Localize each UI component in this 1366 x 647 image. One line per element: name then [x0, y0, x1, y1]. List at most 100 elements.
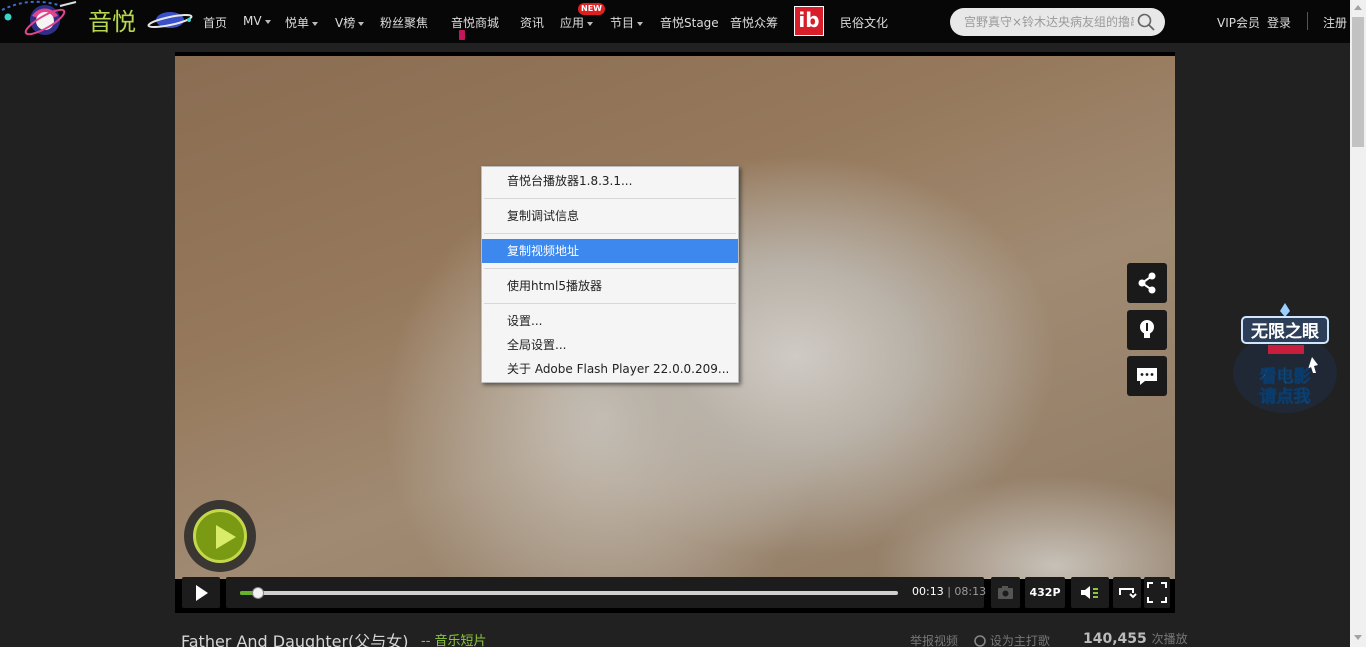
search-input[interactable] — [964, 13, 1134, 31]
nav-apps[interactable]: 应用 — [560, 14, 594, 31]
nav-folk-culture-label: 民俗文化 — [840, 16, 889, 30]
flash-context-menu: 音悦台播放器1.8.3.1... 复制调试信息 复制视频地址 使用html5播放… — [481, 166, 739, 383]
chevron-down-icon — [264, 19, 271, 24]
set-theme-song[interactable]: 设为主打歌 — [974, 632, 1050, 647]
progress-handle[interactable] — [251, 587, 264, 599]
theme-song-icon — [974, 635, 986, 647]
fullscreen-icon — [1147, 582, 1167, 603]
quality-button[interactable]: 432P — [1025, 577, 1065, 608]
scroll-up-icon[interactable] — [1354, 5, 1362, 10]
nav-shows-label: 节目 — [610, 16, 635, 30]
screenshot-button[interactable] — [991, 577, 1020, 608]
chevron-down-icon — [358, 21, 365, 26]
comment-button[interactable] — [1127, 356, 1167, 396]
chevron-down-icon — [312, 21, 319, 26]
category-prefix: -- — [421, 634, 431, 647]
video-info-row: Father And Daughter(父与女) -- 音乐短片 举报视频 设为… — [181, 628, 1188, 647]
menu-item-global-settings[interactable]: 全局设置... — [482, 333, 738, 357]
play-button[interactable] — [182, 577, 220, 608]
progress-track[interactable] — [240, 587, 898, 599]
play-count-suffix: 次播放 — [1151, 632, 1188, 646]
nav-vchart-label: V榜 — [335, 16, 356, 30]
search-box — [950, 8, 1165, 36]
ad-line2: 看电影 — [1259, 366, 1311, 387]
nav-vchart[interactable]: V榜 — [335, 14, 365, 31]
nav-fan-focus[interactable]: 粉丝聚焦 — [380, 14, 428, 31]
nav-crowdfunding[interactable]: 音悦众筹 — [730, 14, 778, 31]
ad-title: 无限之眼 — [1250, 321, 1319, 342]
nav-shows[interactable]: 节目 — [610, 14, 644, 31]
time-display: 00:13 | 08:13 — [912, 585, 987, 598]
menu-item-about-flash[interactable]: 关于 Adobe Flash Player 22.0.0.209... — [482, 357, 738, 381]
nav-playlist-label: 悦单 — [285, 16, 310, 30]
new-badge: NEW — [578, 3, 605, 15]
nav-playlist[interactable]: 悦单 — [285, 14, 319, 31]
loop-button[interactable] — [1113, 577, 1141, 608]
nav-home-label: 首页 — [203, 16, 228, 30]
play-icon — [196, 585, 208, 601]
video-title: Father And Daughter(父与女) — [181, 632, 409, 647]
vip-link[interactable]: VIP会员 — [1217, 14, 1260, 31]
movie-ad-banner[interactable]: 无限之眼 看电影 请点我 — [1228, 303, 1342, 421]
nav-news[interactable]: 资讯 — [520, 14, 544, 31]
chevron-down-icon — [587, 21, 594, 26]
register-link[interactable]: 注册 — [1323, 14, 1347, 31]
nav-mv[interactable]: MV — [243, 14, 271, 28]
category-link[interactable]: 音乐短片 — [435, 634, 487, 647]
nav-shop[interactable]: 音悦商城 — [451, 14, 499, 31]
progress-bar[interactable]: 00:13 | 08:13 — [226, 577, 987, 608]
menu-divider — [484, 233, 736, 234]
nav-stage-label: 音悦Stage — [660, 16, 719, 30]
chevron-down-icon — [637, 21, 644, 26]
big-play-icon — [193, 509, 247, 563]
play-count: 140,455 次播放 — [1083, 630, 1188, 647]
menu-item-settings[interactable]: 设置... — [482, 309, 738, 333]
duration: 08:13 — [954, 585, 987, 598]
menu-item-copy-debug[interactable]: 复制调试信息 — [482, 204, 738, 228]
nav-shop-label: 音悦商城 — [451, 16, 500, 30]
menu-divider — [484, 198, 736, 199]
video-category: -- 音乐短片 — [421, 630, 487, 647]
nav-crowdfunding-label: 音悦众筹 — [730, 16, 779, 30]
yinyuetai-logo[interactable]: 音悦 — [0, 0, 196, 43]
current-time: 00:13 — [912, 585, 944, 598]
camera-icon — [998, 586, 1013, 599]
player-controls: 00:13 | 08:13 432P — [182, 577, 1170, 608]
fullscreen-button[interactable] — [1144, 577, 1170, 608]
set-theme-song-label: 设为主打歌 — [989, 634, 1050, 647]
loop-icon — [1119, 588, 1137, 599]
report-video-link[interactable]: 举报视频 — [910, 632, 958, 647]
share-icon — [1138, 272, 1156, 294]
share-button[interactable] — [1127, 263, 1167, 303]
search-icon[interactable] — [1137, 13, 1155, 31]
menu-item-copy-video-url[interactable]: 复制视频地址 — [482, 239, 738, 263]
nav-stage[interactable]: 音悦Stage — [660, 14, 719, 31]
comment-icon — [1137, 368, 1157, 385]
ad-line3: 请点我 — [1260, 386, 1311, 407]
nav-home[interactable]: 首页 — [203, 14, 227, 31]
header-divider — [1307, 12, 1308, 30]
lightbulb-icon — [1140, 320, 1154, 338]
page-scrollbar[interactable] — [1350, 0, 1366, 647]
nav-mv-label: MV — [243, 14, 262, 28]
scrollbar-thumb[interactable] — [1352, 17, 1364, 147]
menu-divider — [484, 303, 736, 304]
menu-divider — [484, 268, 736, 269]
light-toggle-button[interactable] — [1127, 310, 1167, 350]
big-play-button[interactable] — [184, 500, 256, 572]
volume-icon — [1081, 586, 1098, 599]
nav-folk-culture[interactable]: 民俗文化 — [840, 14, 888, 31]
page: 音悦 首页 MV 悦单 V榜 粉丝聚焦 音悦商城 资讯 应用 NEW 节目 音悦… — [0, 0, 1366, 647]
brand-logo-icon[interactable]: ib — [794, 6, 824, 36]
logo-text: 音悦 — [88, 8, 136, 36]
play-count-value: 140,455 — [1083, 631, 1147, 647]
nav-fan-focus-label: 粉丝聚焦 — [380, 16, 429, 30]
menu-item-player-version[interactable]: 音悦台播放器1.8.3.1... — [482, 169, 738, 193]
menu-item-use-html5[interactable]: 使用html5播放器 — [482, 274, 738, 298]
login-link[interactable]: 登录 — [1267, 14, 1291, 31]
top-navigation-bar: 音悦 首页 MV 悦单 V榜 粉丝聚焦 音悦商城 资讯 应用 NEW 节目 音悦… — [0, 0, 1350, 43]
nav-news-label: 资讯 — [520, 16, 545, 30]
scroll-down-icon[interactable] — [1354, 635, 1362, 640]
shop-marker-icon — [459, 30, 465, 40]
volume-button[interactable] — [1071, 577, 1109, 608]
